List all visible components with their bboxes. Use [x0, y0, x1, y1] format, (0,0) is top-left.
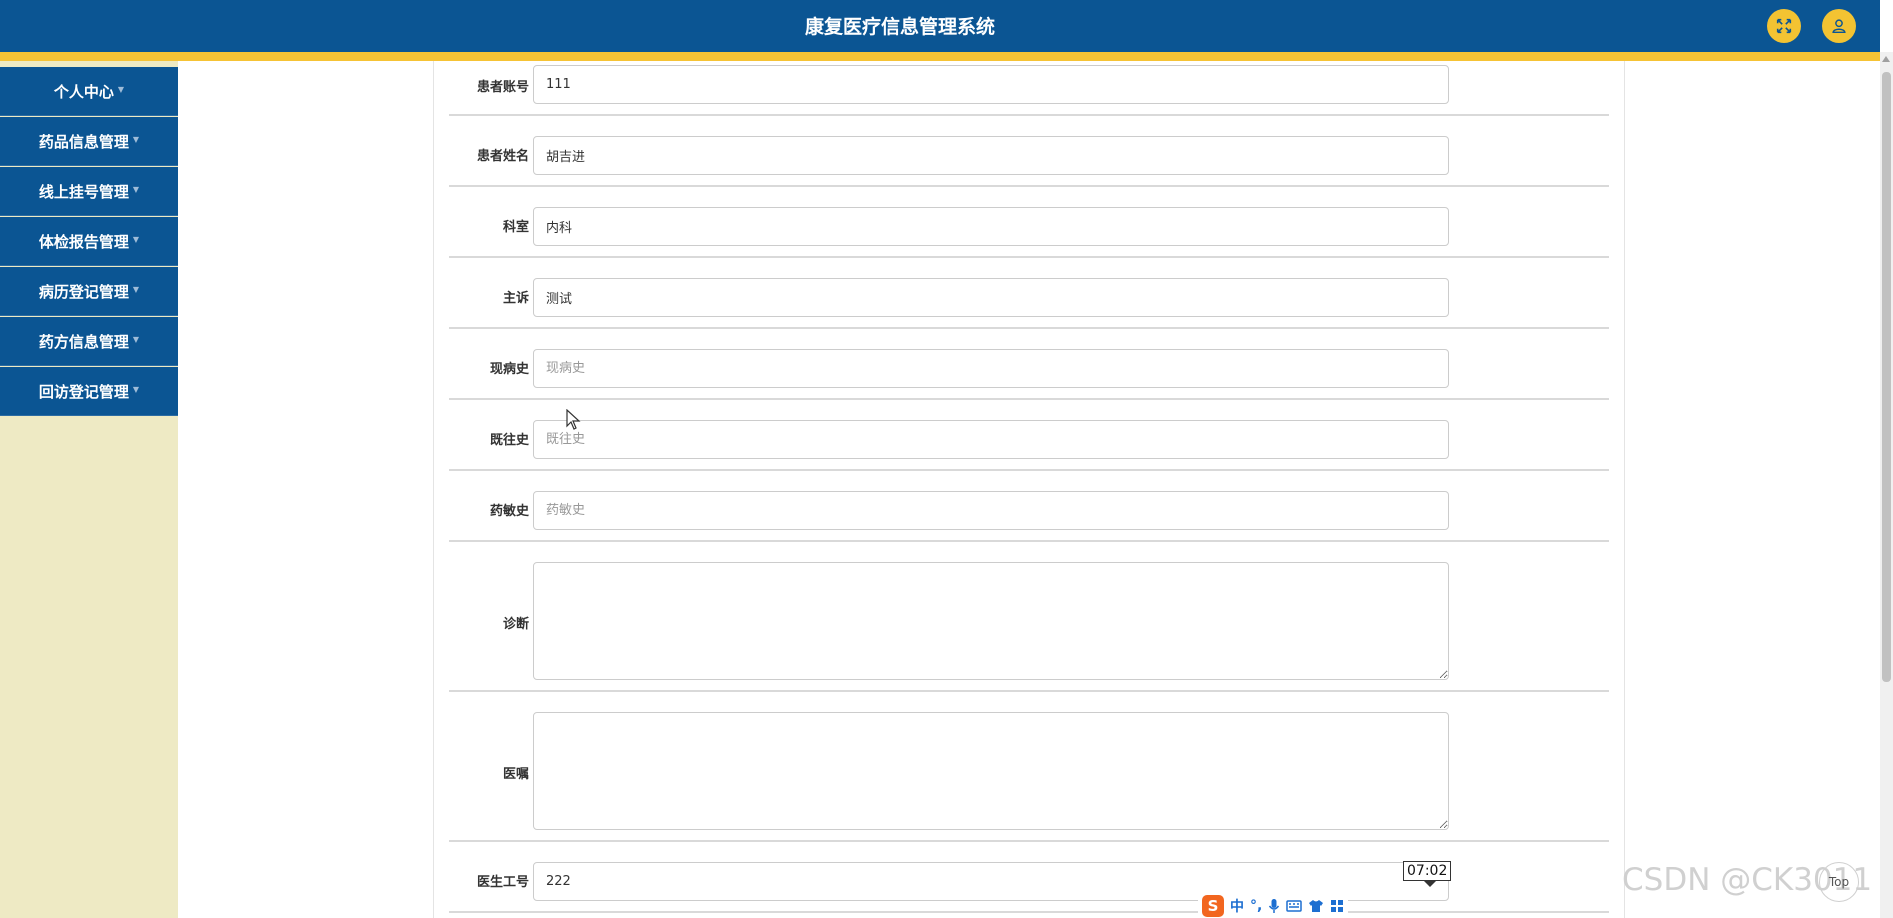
- allergy-history-input[interactable]: [533, 491, 1449, 530]
- chevron-down-icon: ▼: [132, 184, 140, 194]
- keyboard-icon[interactable]: [1286, 899, 1303, 913]
- past-history-label: 既往史: [489, 433, 529, 448]
- medical-advice-label: 医嘱: [502, 767, 529, 782]
- sidebar-item-label: 个人中心: [53, 82, 114, 101]
- sidebar: 个人中心 ▼ 药品信息管理 ▼ 线上挂号管理 ▼ 体检报告管理 ▼ 病历登记管理 ▼ 药方…: [0, 61, 178, 918]
- ime-punctuation-label[interactable]: °,: [1250, 898, 1262, 914]
- patient-account-input[interactable]: [533, 65, 1449, 104]
- fullscreen-icon: [1776, 18, 1792, 34]
- patient-name-label: 患者姓名: [476, 149, 529, 164]
- form-row-medical-advice: 医嘱: [449, 692, 1609, 842]
- form-row-present-history: 现病史: [449, 329, 1609, 400]
- diagnosis-textarea[interactable]: [533, 562, 1449, 680]
- sidebar-item-medical-record[interactable]: 病历登记管理 ▼: [0, 267, 178, 316]
- department-label: 科室: [502, 220, 529, 235]
- sidebar-item-label: 病历登记管理: [38, 282, 129, 301]
- sidebar-item-label: 体检报告管理: [38, 232, 129, 251]
- doctor-id-label: 医生工号: [476, 875, 529, 890]
- patient-name-input[interactable]: [533, 136, 1449, 175]
- clock-tooltip: 07:02: [1403, 861, 1452, 887]
- sidebar-item-drug-info[interactable]: 药品信息管理 ▼: [0, 117, 178, 166]
- form-row-allergy-history: 药敏史: [449, 471, 1609, 542]
- chevron-down-icon: ▼: [132, 384, 140, 394]
- sidebar-item-label: 回访登记管理: [38, 382, 129, 401]
- chevron-down-icon: ▼: [132, 334, 140, 344]
- past-history-input[interactable]: [533, 420, 1449, 459]
- form-row-chief-complaint: 主诉: [449, 258, 1609, 329]
- sidebar-item-online-registration[interactable]: 线上挂号管理 ▼: [0, 167, 178, 216]
- sidebar-item-follow-up[interactable]: 回访登记管理 ▼: [0, 367, 178, 416]
- form-row-past-history: 既往史: [449, 400, 1609, 471]
- skin-shirt-icon[interactable]: [1308, 899, 1324, 913]
- chief-complaint-input[interactable]: [533, 278, 1449, 317]
- sidebar-item-prescription[interactable]: 药方信息管理 ▼: [0, 317, 178, 366]
- back-to-top-button[interactable]: Top: [1819, 862, 1859, 902]
- scroll-thumb[interactable]: [1882, 72, 1891, 682]
- form-row-diagnosis: 诊断: [449, 542, 1609, 692]
- chevron-down-icon: ▼: [132, 134, 140, 144]
- sidebar-item-label: 药品信息管理: [38, 132, 129, 151]
- header-stripe: [0, 52, 1880, 61]
- ime-logo-icon: S: [1202, 894, 1224, 917]
- diagnosis-label: 诊断: [502, 617, 529, 632]
- page-scrollbar[interactable]: [1880, 52, 1893, 918]
- sidebar-item-checkup-report[interactable]: 体检报告管理 ▼: [0, 217, 178, 266]
- ime-toolbar[interactable]: S 中 °,: [1198, 893, 1349, 918]
- sidebar-item-personal-center[interactable]: 个人中心 ▼: [0, 67, 178, 116]
- form-row-department: 科室: [449, 187, 1609, 258]
- chevron-down-icon: ▼: [132, 284, 140, 294]
- scroll-up-arrow-icon[interactable]: [1882, 56, 1890, 62]
- user-button[interactable]: [1822, 9, 1856, 43]
- app-title: 康复医疗信息管理系统: [804, 16, 995, 38]
- chevron-down-icon: ▼: [117, 84, 125, 94]
- present-history-input[interactable]: [533, 349, 1449, 388]
- microphone-icon[interactable]: [1268, 898, 1280, 914]
- form-row-patient-account: 患者账号: [449, 61, 1609, 116]
- chevron-down-icon: ▼: [132, 234, 140, 244]
- top-header: 康复医疗信息管理系统: [0, 0, 1880, 52]
- allergy-history-label: 药敏史: [489, 504, 529, 519]
- user-icon: [1832, 19, 1846, 34]
- department-input[interactable]: [533, 207, 1449, 246]
- chief-complaint-label: 主诉: [502, 291, 529, 306]
- sidebar-item-label: 线上挂号管理: [38, 182, 129, 201]
- toolbox-grid-icon[interactable]: [1330, 899, 1344, 913]
- ime-mode-label[interactable]: 中: [1230, 896, 1244, 916]
- form-row-patient-name: 患者姓名: [449, 116, 1609, 187]
- mouse-cursor-icon: [566, 409, 581, 430]
- medical-advice-textarea[interactable]: [533, 712, 1449, 830]
- patient-account-label: 患者账号: [476, 80, 529, 95]
- fullscreen-button[interactable]: [1767, 9, 1801, 43]
- sidebar-item-label: 药方信息管理: [38, 332, 129, 351]
- present-history-label: 现病史: [489, 362, 529, 377]
